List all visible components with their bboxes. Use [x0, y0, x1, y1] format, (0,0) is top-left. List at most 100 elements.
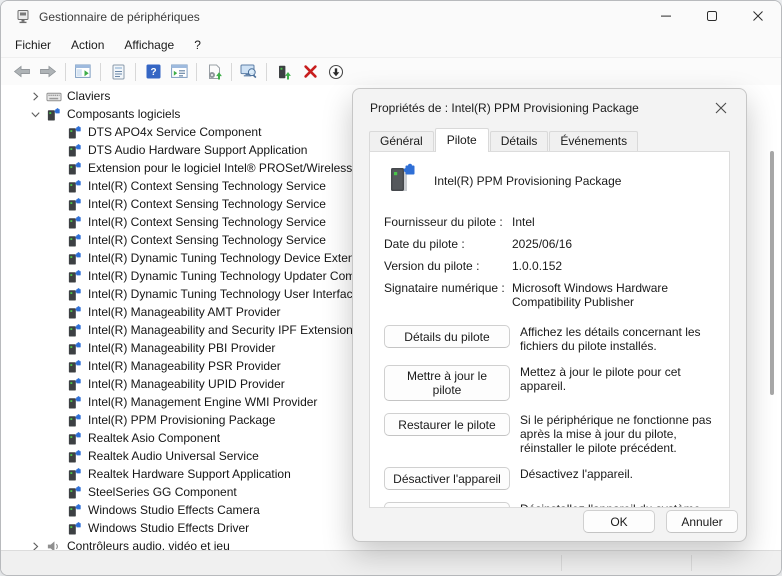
software-component-icon: [67, 197, 83, 212]
software-component-icon: [67, 467, 83, 482]
tree-item-label: Intel(R) Context Sensing Technology Serv…: [88, 177, 326, 195]
action-description: Si le périphérique ne fonctionne pas apr…: [520, 413, 715, 455]
toolbar-separator: [196, 63, 197, 81]
software-component-icon: [67, 377, 83, 392]
software-component-icon: [67, 161, 83, 176]
device-name: Intel(R) PPM Provisioning Package: [434, 174, 621, 188]
software-component-icon: [67, 125, 83, 140]
menu-fichier[interactable]: Fichier: [5, 35, 61, 55]
help-icon[interactable]: ?: [140, 60, 166, 83]
toolbar-separator: [266, 63, 267, 81]
dialog-footer: OK Annuler: [583, 510, 738, 533]
menu-affichage[interactable]: Affichage: [114, 35, 184, 55]
maximize-icon: [707, 8, 717, 26]
toolbar-separator: [231, 63, 232, 81]
désactiver-l-appareil-button[interactable]: Désactiver l'appareil: [384, 467, 510, 490]
chevron-down-icon[interactable]: [29, 107, 46, 121]
ok-button[interactable]: OK: [583, 510, 655, 533]
désinstaller-l-appareil-button[interactable]: Désinstaller l'appareil: [384, 502, 510, 508]
tree-item-label: Intel(R) Dynamic Tuning Technology User …: [88, 285, 353, 303]
tree-item-label: Intel(R) Context Sensing Technology Serv…: [88, 213, 326, 231]
pilote-tab-panel: Intel(R) PPM Provisioning Package Fourni…: [369, 151, 730, 508]
close-button[interactable]: [735, 1, 781, 33]
dialog-title: Propriétés de : Intel(R) PPM Provisionin…: [370, 101, 639, 115]
tree-item-label: DTS Audio Hardware Support Application: [88, 141, 307, 159]
action-description: Affichez les détails concernant les fich…: [520, 325, 715, 353]
driver-info-row: Signataire numérique :Microsoft Windows …: [384, 281, 715, 309]
back-icon[interactable]: [9, 60, 35, 83]
tab-général[interactable]: Général: [369, 131, 434, 151]
scan-hardware-icon[interactable]: [236, 60, 262, 83]
action-pane-icon[interactable]: [166, 60, 192, 83]
action-description: Désinstallez l'appareil du système (avan…: [520, 502, 715, 508]
tree-item-label: Realtek Asio Component: [88, 429, 220, 447]
close-icon: [753, 8, 763, 26]
status-bar-divider: [561, 555, 562, 571]
minimize-button[interactable]: [643, 1, 689, 33]
tree-item-label: Realtek Hardware Support Application: [88, 465, 291, 483]
software-component-icon: [67, 323, 83, 338]
field-value: Microsoft Windows Hardware Compatibility…: [512, 281, 715, 309]
menu-action[interactable]: Action: [61, 35, 114, 55]
chevron-right-icon[interactable]: [29, 89, 46, 103]
tree-item-label: Composants logiciels: [67, 105, 180, 123]
driver-action-row: Mettre à jour le pilote Mettez à jour le …: [384, 365, 715, 401]
toolbar-separator: [100, 63, 101, 81]
tree-item-label: Intel(R) Manageability and Security IPF …: [88, 321, 353, 339]
tree-item-label: SteelSeries GG Component: [88, 483, 237, 501]
tree-item-label: Realtek Audio Universal Service: [88, 447, 259, 465]
tab-détails[interactable]: Détails: [490, 131, 549, 151]
driver-info-row: Version du pilote :1.0.0.152: [384, 259, 715, 273]
svg-text:?: ?: [150, 67, 156, 78]
tab-événements[interactable]: Événements: [549, 131, 638, 151]
minimize-icon: [661, 8, 671, 26]
driver-actions: Détails du pilote Affichez les détails co…: [370, 317, 729, 508]
title-bar: Gestionnaire de périphériques: [1, 1, 781, 33]
keyboard-icon: [46, 89, 62, 104]
software-component-icon: [67, 431, 83, 446]
device-header: Intel(R) PPM Provisioning Package: [370, 152, 729, 203]
software-component-icon: [67, 503, 83, 518]
tree-item-label: Intel(R) Management Engine WMI Provider: [88, 393, 317, 411]
driver-info-fields: Fournisseur du pilote :IntelDate du pilo…: [370, 203, 729, 309]
dialog-close-icon[interactable]: [710, 97, 732, 119]
tree-item-label: Intel(R) Manageability PSR Provider: [88, 357, 281, 375]
vertical-scrollbar[interactable]: [770, 151, 774, 395]
software-component-icon: [67, 449, 83, 464]
menu-bar: FichierActionAffichage?: [1, 33, 781, 57]
restaurer-le-pilote-button[interactable]: Restaurer le pilote: [384, 413, 510, 436]
cancel-button[interactable]: Annuler: [666, 510, 738, 533]
settings-document-icon[interactable]: [201, 60, 227, 83]
software-component-icon: [67, 233, 83, 248]
détails-du-pilote-button[interactable]: Détails du pilote: [384, 325, 510, 348]
update-driver-icon[interactable]: [271, 60, 297, 83]
toolbar-separator: [65, 63, 66, 81]
show-console-tree-icon[interactable]: [70, 60, 96, 83]
mettre-à-jour-le-pilote-button[interactable]: Mettre à jour le pilote: [384, 365, 510, 401]
maximize-button[interactable]: [689, 1, 735, 33]
field-value: Intel: [512, 215, 715, 229]
disable-device-icon[interactable]: [323, 60, 349, 83]
action-description: Mettez à jour le pilote pour cet apparei…: [520, 365, 715, 393]
software-component-icon: [67, 341, 83, 356]
driver-action-row: Désactiver l'appareil Désactivez l'appare…: [384, 467, 715, 490]
properties-icon[interactable]: [105, 60, 131, 83]
dialog-title-bar: Propriétés de : Intel(R) PPM Provisionin…: [353, 89, 746, 127]
forward-icon[interactable]: [35, 60, 61, 83]
tab-pilote[interactable]: Pilote: [435, 128, 489, 152]
tree-item-label: Intel(R) Manageability UPID Provider: [88, 375, 285, 393]
software-component-icon: [67, 359, 83, 374]
driver-info-row: Fournisseur du pilote :Intel: [384, 215, 715, 229]
field-label: Signataire numérique :: [384, 281, 512, 309]
window-title: Gestionnaire de périphériques: [39, 10, 200, 24]
status-bar-divider: [691, 555, 692, 571]
properties-dialog: Propriétés de : Intel(R) PPM Provisionin…: [352, 88, 747, 542]
tree-item-label: Intel(R) PPM Provisioning Package: [88, 411, 275, 429]
software-component-icon: [67, 251, 83, 266]
device-manager-icon: [15, 9, 31, 25]
menu-?[interactable]: ?: [184, 35, 211, 55]
field-label: Fournisseur du pilote :: [384, 215, 512, 229]
software-component-icon: [67, 215, 83, 230]
action-description: Désactivez l'appareil.: [520, 467, 715, 481]
uninstall-device-icon[interactable]: [297, 60, 323, 83]
